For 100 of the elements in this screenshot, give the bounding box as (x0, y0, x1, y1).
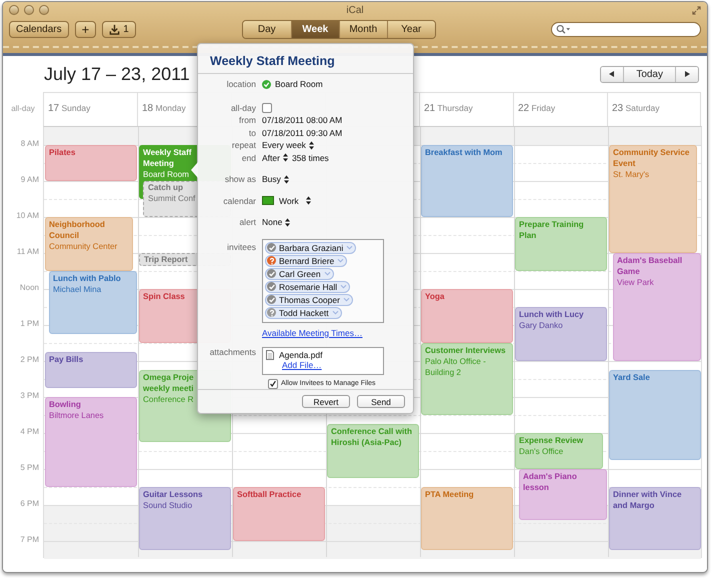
calendar-event[interactable]: Lunch with Lucy Gary Danko (515, 307, 607, 361)
repeat-count[interactable]: 358 times (292, 152, 329, 163)
event-title: Trip Report (144, 254, 188, 265)
field-label: all-day (230, 102, 257, 113)
invitee-chip[interactable]: Barbara Graziani (265, 242, 356, 254)
event-title: Adam's Piano lesson (523, 471, 578, 493)
popover-button[interactable]: Revert (302, 395, 350, 408)
event-title: Catch up (148, 182, 184, 193)
hour-label: 6 PM (20, 498, 39, 510)
add-file-link[interactable]: Add File… (282, 360, 380, 370)
field-label: attachments (208, 346, 257, 356)
stepper-arrows-icon (284, 174, 289, 184)
event-location: St. Mary's (613, 169, 650, 180)
stepper-arrows-icon (282, 153, 288, 162)
popover-title: Weekly Staff Meeting (198, 44, 413, 74)
hour-label: 9 AM (20, 174, 39, 186)
invitee-chip[interactable]: Todd Hackett (265, 306, 342, 318)
event-title: Spin Class (143, 291, 185, 302)
next-week-button[interactable] (675, 66, 698, 82)
today-button[interactable]: Today (623, 66, 675, 82)
calendar-popup-menu[interactable]: Work (262, 196, 311, 206)
all-day-checkbox[interactable] (262, 102, 272, 113)
date-range-title: July 17 – 23, 2011 (44, 64, 190, 84)
hour-label: 2 PM (20, 354, 39, 366)
popover-button[interactable]: Send (357, 395, 405, 408)
status-icon (267, 295, 276, 304)
hour-label: 4 PM (20, 426, 39, 438)
fullscreen-icon[interactable] (692, 6, 701, 14)
checkbox[interactable] (268, 378, 278, 388)
caret-icon (324, 271, 331, 276)
minimize-button[interactable] (24, 5, 34, 15)
event-location: Sound Studio (143, 500, 192, 511)
close-button[interactable] (9, 5, 19, 15)
event-title: Community Service Event (613, 147, 690, 169)
document-icon (266, 350, 274, 360)
view-tab[interactable]: Month (338, 20, 387, 38)
inbox-button[interactable]: 1 (102, 20, 136, 38)
calendar-event[interactable]: Adam's Baseball Game View Park (613, 253, 701, 361)
invitee-chip[interactable]: Thomas Cooper (265, 294, 353, 306)
day-header: 22 Friday (518, 103, 556, 113)
event-location: Michael Mina (53, 284, 102, 295)
caret-icon (332, 310, 339, 315)
calendar-event[interactable]: Dinner with Vince and Margo (609, 487, 701, 550)
event-location: Dan's Office (519, 446, 564, 457)
location-value[interactable]: Board Room (275, 79, 323, 90)
day-header: 18 Monday (142, 103, 186, 113)
event-title: Guitar Lessons (143, 489, 203, 500)
view-tab[interactable]: Day (242, 20, 291, 38)
status-icon (267, 282, 276, 291)
popup-menu[interactable]: Every week (262, 140, 314, 150)
status-icon (267, 308, 276, 317)
popup-menu[interactable]: None (262, 217, 290, 228)
event-location: Palo Alto Office - Building 2 (425, 356, 487, 378)
file-name[interactable]: Agenda.pdf (279, 350, 322, 360)
add-button[interactable]: + (74, 20, 96, 38)
calendars-button[interactable]: Calendars (9, 20, 69, 38)
event-title: Pilates (49, 147, 76, 158)
previous-week-button[interactable] (601, 66, 624, 82)
date-time-value[interactable]: 07/18/2011 08:00 AM (262, 115, 342, 126)
caret-icon (340, 284, 348, 289)
search-icon (556, 24, 571, 34)
event-title: Expense Review (519, 435, 584, 446)
event-location: View Park (617, 277, 654, 288)
zoom-button[interactable] (39, 5, 49, 15)
event-title: Prepare Training Plan (519, 219, 585, 241)
field-label: location (226, 79, 257, 90)
event-location: Conference R (143, 394, 194, 405)
download-icon (109, 24, 120, 34)
event-title: Pay Bills (49, 354, 84, 365)
hour-label: 1 PM (20, 318, 39, 330)
day-header: 23 Saturday (612, 103, 660, 113)
stepper-arrows-icon (308, 140, 314, 150)
event-title: Bowling (49, 399, 81, 410)
event-title: Adam's Baseball Game (617, 255, 684, 277)
invitee-chip[interactable]: Carl Green (265, 268, 334, 280)
field-label: alert (238, 217, 257, 228)
day-header: 21 Thursday (424, 103, 473, 113)
search-field[interactable] (551, 22, 701, 36)
calendar-event[interactable]: Pay Bills (45, 352, 137, 388)
all-day-label: all-day (11, 104, 35, 113)
calendar-event[interactable]: Guitar Lessons Sound Studio (139, 487, 231, 550)
hour-label: 10 AM (16, 210, 39, 222)
available-times-link[interactable]: Available Meeting Times… (262, 328, 384, 338)
event-title: Yard Sale (613, 372, 650, 383)
popup-menu[interactable]: Busy (262, 174, 289, 184)
hour-label: 11 AM (16, 246, 39, 258)
stepper-arrows-icon (285, 218, 290, 227)
event-location: Board Room (143, 169, 189, 180)
hour-label: 5 PM (20, 462, 39, 474)
left-arrow-icon (608, 70, 616, 78)
view-tab[interactable]: Year (386, 20, 435, 38)
invitee-chip[interactable]: Rosemarie Hall (265, 280, 350, 292)
caret-icon (342, 297, 350, 302)
date-time-value[interactable]: 07/18/2011 09:30 AM (262, 128, 342, 138)
field-label: end (240, 152, 257, 163)
invitee-chip[interactable]: Bernard Briere (265, 254, 348, 266)
event-title: Lunch with Lucy (519, 309, 584, 320)
event-title: Weekly Staff Meeting (143, 147, 193, 169)
popup-menu[interactable]: After (262, 152, 288, 163)
view-tab[interactable]: Week (290, 20, 339, 38)
